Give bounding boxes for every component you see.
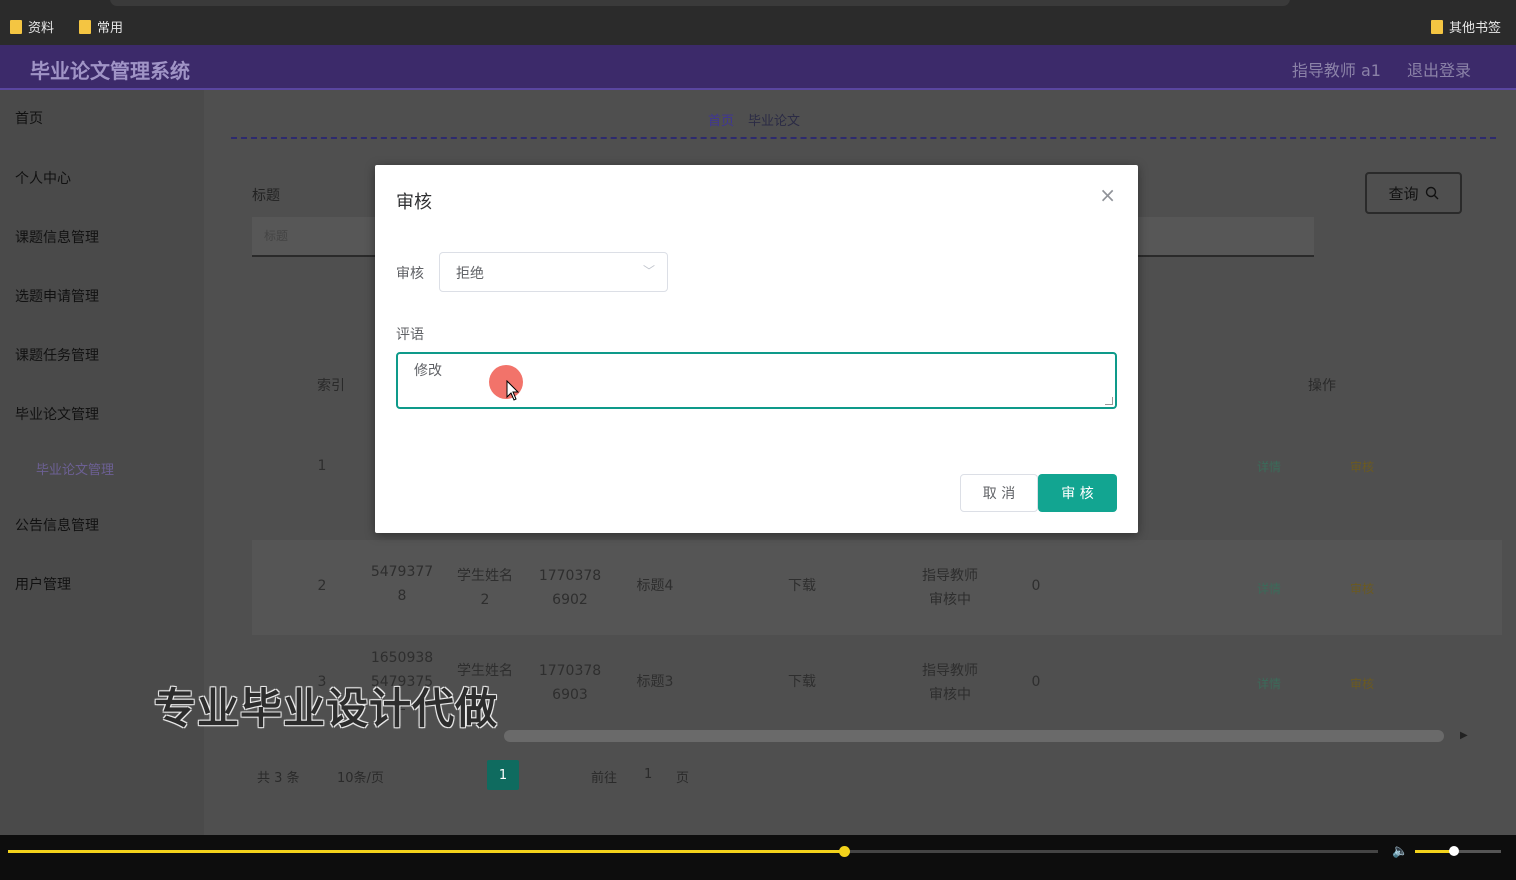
- cell-status: 指导教师 审核中: [922, 568, 978, 608]
- bookmarks-bar: 资料 常用 其他书签: [0, 0, 1516, 45]
- folder-icon: [1431, 19, 1443, 34]
- progress-fill: [8, 850, 844, 853]
- download-link[interactable]: 下载: [782, 574, 822, 598]
- search-input[interactable]: 标题: [252, 217, 377, 257]
- breadcrumb-home[interactable]: 首页: [708, 110, 734, 129]
- detail-link[interactable]: 详情: [1257, 580, 1281, 597]
- search-icon: [1425, 186, 1438, 200]
- sidebar-item-thesis[interactable]: 毕业论文管理: [15, 404, 99, 424]
- video-progress[interactable]: [8, 846, 1378, 857]
- cell-title: 标题4: [636, 578, 674, 594]
- pager-size-select[interactable]: 10条/页: [337, 767, 384, 786]
- watermark-text: 专业毕业设计代做: [154, 684, 499, 733]
- comment-label: 评语: [396, 327, 424, 343]
- query-button[interactable]: 查询: [1365, 172, 1462, 214]
- cell-student-no: 1770378 6903: [538, 663, 602, 703]
- review-confirm-button[interactable]: 审 核: [1038, 474, 1117, 512]
- table-row: 2 5479377 8 学生姓名 2 1770378 6902 标题4 下载 指…: [252, 540, 1502, 635]
- cell-status: 指导教师 审核中: [922, 663, 978, 703]
- resize-handle[interactable]: [1105, 397, 1113, 405]
- folder-icon: [10, 19, 22, 34]
- sidebar-item-users[interactable]: 用户管理: [15, 574, 71, 594]
- detail-link[interactable]: 详情: [1257, 458, 1281, 475]
- pager-page-unit: 页: [676, 771, 690, 786]
- user-name: 指导教师 a1: [1291, 61, 1381, 80]
- volume-knob[interactable]: [1448, 846, 1459, 856]
- comment-value: 修改: [414, 363, 442, 379]
- volume-icon[interactable]: 🔈: [1392, 844, 1408, 859]
- cell-score: 0: [1031, 578, 1041, 594]
- dialog-title: 审核: [396, 192, 432, 213]
- cell-thesis-no: 5479377 8: [370, 564, 434, 604]
- review-select-value: 拒绝: [456, 266, 484, 282]
- volume-fill: [1415, 850, 1454, 853]
- breadcrumb-current: 毕业论文: [748, 114, 801, 129]
- progress-knob[interactable]: [838, 846, 850, 857]
- bookmark-label: 资料: [28, 21, 55, 36]
- th-ops: 操作: [1308, 378, 1336, 394]
- sidebar-item-home[interactable]: 首页: [15, 108, 43, 128]
- pager-page-1[interactable]: 1: [487, 760, 519, 790]
- cell-student: 学生姓名 2: [457, 568, 513, 608]
- folder-icon: [79, 19, 91, 34]
- query-label: 查询: [1388, 184, 1419, 203]
- cell-score: 0: [1031, 674, 1041, 690]
- cursor-icon: [506, 380, 520, 401]
- pager-goto-input[interactable]: 1: [644, 767, 652, 782]
- chevron-down-icon: ﹀: [642, 264, 655, 278]
- divider: [231, 137, 1496, 139]
- review-label: 审核: [396, 266, 424, 282]
- sidebar-item-topic-apply[interactable]: 选题申请管理: [15, 286, 99, 306]
- sidebar-subitem-thesis[interactable]: 毕业论文管理: [36, 459, 114, 478]
- bookmark-folder-2[interactable]: 常用: [79, 17, 123, 36]
- pager-goto-label: 前往: [591, 771, 618, 786]
- sidebar-item-notices[interactable]: 公告信息管理: [15, 515, 99, 535]
- review-link[interactable]: 审核: [1350, 675, 1374, 692]
- sidebar-item-topics[interactable]: 课题信息管理: [15, 227, 99, 247]
- volume-slider[interactable]: [1415, 846, 1501, 856]
- cell-student-no: 1770378 6902: [538, 568, 602, 608]
- bookmark-label: 常用: [97, 21, 124, 36]
- sidebar-item-personal[interactable]: 个人中心: [15, 168, 71, 188]
- cell-index: 2: [317, 578, 327, 594]
- search-title-label: 标题: [252, 188, 280, 204]
- cell-index: 1: [317, 458, 327, 474]
- sidebar-item-tasks[interactable]: 课题任务管理: [15, 345, 99, 365]
- review-link[interactable]: 审核: [1350, 458, 1374, 475]
- bookmark-folder-1[interactable]: 资料: [10, 17, 54, 36]
- review-select[interactable]: 拒绝 ﹀: [439, 252, 668, 292]
- bookmark-label: 其他书签: [1449, 21, 1502, 36]
- top-bar: 毕业论文管理系统 指导教师 a1 退出登录: [0, 45, 1516, 90]
- address-bar[interactable]: [110, 0, 1290, 6]
- download-link[interactable]: 下载: [782, 670, 822, 694]
- cell-title: 标题3: [636, 674, 674, 690]
- pager-total: 共 3 条: [257, 771, 300, 786]
- close-icon[interactable]: ×: [1099, 183, 1116, 207]
- logout-link[interactable]: 退出登录: [1407, 57, 1471, 81]
- scroll-right-icon[interactable]: ▶: [1460, 730, 1468, 741]
- review-link[interactable]: 审核: [1350, 580, 1374, 597]
- cancel-button[interactable]: 取 消: [960, 474, 1038, 512]
- review-dialog: 审核 × 审核 拒绝 ﹀ 评语 修改 取 消 审 核: [375, 165, 1138, 533]
- search-placeholder: 标题: [264, 229, 289, 243]
- other-bookmarks[interactable]: 其他书签: [1431, 17, 1501, 36]
- detail-link[interactable]: 详情: [1257, 675, 1281, 692]
- app-title: 毕业论文管理系统: [30, 59, 190, 83]
- th-index: 索引: [317, 378, 345, 394]
- breadcrumb: 首页 毕业论文: [708, 110, 800, 129]
- video-player-bar: 🔈: [0, 835, 1516, 880]
- search-input-2[interactable]: [1138, 217, 1314, 257]
- horizontal-scrollbar[interactable]: [504, 730, 1444, 742]
